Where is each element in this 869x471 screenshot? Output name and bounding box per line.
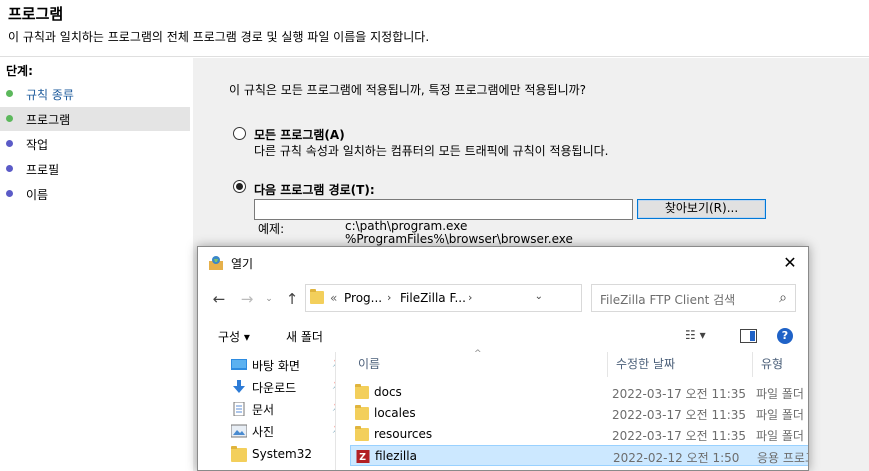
step-action[interactable]: 작업 [0,132,190,156]
navigation-pane: 바탕 화면 📌 다운로드 📌 문서 📌 사진 📌 System32 [198,352,344,470]
close-icon[interactable]: ✕ [776,250,804,276]
search-icon: ⌕ [779,290,787,306]
program-path-radio[interactable] [233,180,246,193]
back-arrow-icon[interactable]: ← [208,289,230,309]
column-header-name[interactable]: 이름 [350,352,608,377]
folder-icon [355,405,369,420]
file-date: 2022-03-17 오전 11:35 [612,429,747,443]
filezilla-app-icon: Z [356,450,370,463]
dialog-title: 열기 [231,257,254,271]
nav-item-downloads[interactable]: 다운로드 📌 [228,376,344,398]
file-date: 2022-02-12 오전 1:50 [613,451,740,465]
file-name: docs [374,385,402,399]
help-button[interactable]: ? [777,328,793,344]
steps-panel: 단계: 규칙 종류 프로그램 작업 프로필 이름 [0,58,193,471]
step-label: 프로그램 [26,113,71,127]
step-status-icon [6,165,13,172]
view-options-icon[interactable]: ☷ ▾ [685,328,706,342]
file-row-selected[interactable]: Z filezilla 2022-02-12 오전 1:50 응용 프로그램 [350,445,808,466]
step-name[interactable]: 이름 [0,182,190,206]
all-programs-radio[interactable] [233,127,246,140]
chevron-right-icon[interactable]: › [468,291,472,304]
file-date: 2022-03-17 오전 11:35 [612,408,747,422]
example-values: c:\path\program.exe %ProgramFiles%\brows… [345,220,573,246]
step-status-icon [6,140,13,147]
step-label: 작업 [26,138,49,152]
new-folder-button[interactable]: 새 폴더 [286,328,323,345]
column-header-type[interactable]: 유형 [753,352,808,377]
browse-button[interactable]: 찾아보기(R)... [637,199,766,219]
chevron-down-icon[interactable]: ⌄ [535,291,543,302]
download-icon [233,380,245,393]
nav-label: System32 [252,447,313,461]
nav-label: 다운로드 [252,381,297,395]
search-input[interactable]: FileZilla FTP Client 검색 [600,291,735,308]
file-name: filezilla [375,449,417,463]
all-programs-label[interactable]: 모든 프로그램(A) [254,126,345,143]
column-header-date[interactable]: 수정한 날짜 [608,352,753,377]
file-type: 파일 폴더 [756,387,804,401]
file-name: locales [374,406,416,420]
folder-icon [310,289,324,304]
file-list: ^ 이름 수정한 날짜 유형 docs 2022-03-17 오전 11:35 … [336,349,808,470]
steps-title: 단계: [6,64,33,78]
step-label: 규칙 종류 [26,88,74,102]
folder-icon [231,446,247,462]
question-text: 이 규칙은 모든 프로그램에 적용됩니까, 특정 프로그램에만 적용됩니까? [229,83,587,97]
nav-item-desktop[interactable]: 바탕 화면 📌 [228,354,344,376]
breadcrumb-segment[interactable]: Prog... [344,291,382,305]
program-path-label[interactable]: 다음 프로그램 경로(T): [254,181,375,198]
address-bar[interactable]: « Prog... › FileZilla F... › ⌄ ↻ [305,284,582,350]
file-type: 파일 폴더 [756,408,804,422]
step-program[interactable]: 프로그램 [0,107,190,131]
search-box[interactable]: FileZilla FTP Client 검색 ⌕ [591,284,796,312]
example-line: %ProgramFiles%\browser\browser.exe [345,232,573,246]
page-title: 프로그램 [8,5,64,23]
document-icon [233,402,245,416]
file-type: 응용 프로그램 [757,451,808,465]
nav-item-system32[interactable]: System32 [228,444,328,466]
step-rule-type[interactable]: 규칙 종류 [0,82,190,106]
nav-label: 바탕 화면 [252,359,300,373]
history-chevron-icon[interactable]: ⌄ [258,289,280,309]
desktop-icon [231,359,247,370]
nav-item-pictures[interactable]: 사진 📌 [228,420,344,442]
page-description: 이 규칙과 일치하는 프로그램의 전체 프로그램 경로 및 실행 파일 이름을 … [8,30,430,44]
file-date: 2022-03-17 오전 11:35 [612,387,747,401]
file-type: 파일 폴더 [756,429,804,443]
forward-arrow-icon[interactable]: → [236,289,258,309]
step-profile[interactable]: 프로필 [0,157,190,181]
file-row[interactable]: resources 2022-03-17 오전 11:35 파일 폴더 [350,424,808,445]
file-name: resources [374,427,433,441]
nav-label: 사진 [252,425,275,439]
open-file-dialog: 열기 ✕ ← → ⌄ ↑ « Prog... › FileZilla F... … [197,246,809,471]
example-label: 예제: [258,222,285,236]
preview-pane-icon[interactable] [740,329,757,343]
folder-icon [355,426,369,441]
up-arrow-icon[interactable]: ↑ [281,289,303,309]
folder-icon [355,384,369,399]
step-status-icon [6,115,13,122]
picture-icon [231,424,247,438]
svg-text:Z: Z [359,452,366,463]
file-row[interactable]: docs 2022-03-17 오전 11:35 파일 폴더 [350,382,808,403]
step-status-icon [6,190,13,197]
chevron-right-icon[interactable]: › [387,291,391,304]
dialog-toolbar: 구성 ▾ 새 폴더 ☷ ▾ ? [198,320,808,352]
nav-label: 문서 [252,403,275,417]
open-dialog-icon [209,256,223,270]
step-label: 프로필 [26,163,60,177]
step-status-icon [6,90,13,97]
step-label: 이름 [26,188,49,202]
file-row[interactable]: locales 2022-03-17 오전 11:35 파일 폴더 [350,403,808,424]
breadcrumb-overflow[interactable]: « [330,291,337,305]
all-programs-description: 다른 규칙 속성과 일치하는 컴퓨터의 모든 트래픽에 규칙이 적용됩니다. [254,144,609,158]
nav-item-documents[interactable]: 문서 📌 [228,398,344,420]
page-header: 프로그램 이 규칙과 일치하는 프로그램의 전체 프로그램 경로 및 실행 파일… [0,0,869,57]
program-path-input[interactable] [254,199,633,220]
breadcrumb-segment[interactable]: FileZilla F... [400,291,466,305]
dialog-titlebar[interactable]: 열기 ✕ [198,247,808,278]
organize-button[interactable]: 구성 ▾ [218,328,250,345]
